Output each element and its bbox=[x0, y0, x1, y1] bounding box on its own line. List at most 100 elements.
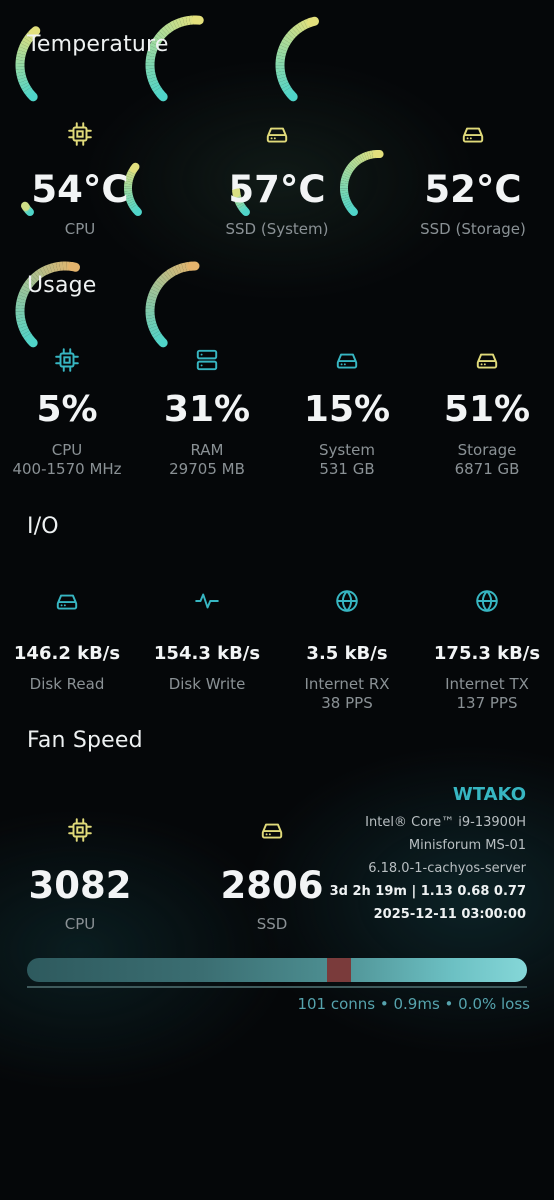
temperature-label: CPU bbox=[64, 220, 96, 238]
network-stats: 101 conns • 0.9ms • 0.0% loss bbox=[297, 995, 530, 1013]
temperature-gauge-0-arc-segment bbox=[16, 71, 26, 77]
temperature-gauge-2-arc-segment bbox=[277, 76, 288, 83]
fan-gauge-1-arc-segment bbox=[152, 283, 162, 291]
temperature-value: 57°C bbox=[228, 168, 326, 211]
fan-speed-title: Fan Speed bbox=[27, 728, 143, 753]
usage-value: 5% bbox=[36, 389, 98, 430]
usage-gauge-3-arc-segment bbox=[354, 156, 362, 165]
temperature-gauge-1-arc-segment bbox=[153, 87, 163, 95]
cpu-icon bbox=[67, 817, 93, 847]
temperature-gauge-2-arc-segment bbox=[287, 30, 296, 39]
fan-gauge-0-arc-segment bbox=[26, 336, 38, 348]
kernel-version: 6.18.0-1-cachyos-server bbox=[368, 861, 526, 876]
drive-icon bbox=[474, 347, 500, 377]
temperature-gauge-0-arc-segment bbox=[17, 77, 28, 84]
fan-gauge-0-arc-segment bbox=[21, 330, 32, 338]
temperature-gauge-2-arc-segment bbox=[306, 16, 319, 27]
hostname: WTAKO bbox=[452, 784, 526, 805]
drive-icon bbox=[259, 817, 285, 847]
fan-gauge-1-arc-segment bbox=[147, 295, 157, 301]
fan-gauge-0-arc-segment bbox=[16, 317, 26, 323]
temperature-gauge-1-arc-segment bbox=[172, 19, 180, 29]
temperature-gauge-1-arc-segment bbox=[155, 89, 165, 98]
temperature-gauge-2-arc-segment bbox=[291, 25, 301, 35]
fan-gauge-1-arc-segment bbox=[150, 328, 160, 336]
fan-gauge-1-arc-segment bbox=[168, 267, 177, 277]
usage-value: 15% bbox=[303, 389, 391, 430]
fan-gauge-0-arc-segment bbox=[23, 333, 33, 341]
temperature-gauge-1-arc-segment bbox=[175, 18, 183, 28]
fan-gauge-1-arc-segment bbox=[160, 272, 170, 282]
io-value: 175.3 kB/s bbox=[433, 643, 541, 664]
temperature-gauge-1-arc-segment bbox=[146, 74, 157, 80]
temperature-gauge-0-arc-segment bbox=[16, 74, 27, 80]
network-latency-bar bbox=[27, 958, 527, 982]
temperature-gauge-2-arc-segment bbox=[277, 48, 287, 55]
usage-label: RAM bbox=[190, 441, 224, 459]
io-label: Disk Write bbox=[168, 675, 246, 693]
fan-panel: 3082 CPU 2806 SSD bbox=[0, 246, 554, 933]
usage-detail: 531 GB bbox=[319, 460, 375, 478]
fan-gauge-0-arc-segment bbox=[17, 294, 27, 301]
fan-gauge-1-arc-segment bbox=[146, 317, 156, 323]
temperature-gauge-1-arc-segment bbox=[151, 84, 162, 92]
temperature-gauge-2-arc-segment bbox=[283, 86, 293, 95]
fan-label: CPU bbox=[64, 915, 96, 933]
temperature-gauge-2-arc-segment bbox=[278, 79, 289, 86]
temperature-gauge-1-arc-segment bbox=[166, 22, 175, 32]
usage-gauge-3-arc-segment bbox=[361, 152, 367, 161]
temperature-gauge-0-arc-segment bbox=[20, 40, 30, 48]
usage-gauge-3-arc-segment bbox=[350, 159, 359, 168]
fan-gauge-0-arc-segment bbox=[49, 263, 55, 273]
temperature-gauge-0-arc-segment bbox=[16, 49, 27, 56]
machine-model: Minisforum MS-01 bbox=[408, 838, 526, 853]
temperature-gauge-0-arc-segment bbox=[23, 87, 33, 95]
latency-spike-marker bbox=[327, 958, 351, 982]
io-detail: 137 PPS bbox=[456, 694, 518, 712]
temperature-gauge-0-arc-segment bbox=[19, 43, 29, 50]
temperature-gauge-1-arc-segment bbox=[150, 82, 160, 89]
temperature-gauge-2-arc-segment bbox=[276, 51, 287, 57]
temperature-value: 54°C bbox=[31, 168, 129, 211]
temperature-gauge-1-arc-segment bbox=[147, 76, 158, 83]
fan-gauge-1-arc-segment bbox=[154, 280, 164, 289]
fan-gauge-0-arc-segment bbox=[15, 301, 26, 306]
temperature-gauge-2-arc-segment bbox=[279, 41, 290, 49]
usage-label: Storage bbox=[457, 441, 517, 459]
fan-gauge-0-arc-segment bbox=[19, 288, 30, 296]
cpu-model: Intel® Core™ i9-13900H bbox=[365, 815, 526, 830]
activity-icon bbox=[194, 588, 220, 618]
fan-label: SSD bbox=[256, 915, 288, 933]
network-bar-baseline bbox=[27, 986, 527, 988]
temperature-gauge-1-arc-segment bbox=[146, 71, 156, 77]
temperature-gauge-1-arc-segment bbox=[164, 24, 172, 34]
temperature-gauge-0-arc-segment bbox=[20, 82, 30, 90]
fan-gauge-1-arc-segment bbox=[146, 298, 156, 304]
fan-gauge-0-arc-segment bbox=[16, 298, 26, 304]
temperature-gauge-0-arc-segment bbox=[18, 79, 29, 87]
temperature-gauge-2-arc-segment bbox=[276, 73, 287, 80]
temperature-gauge-0-arc-segment bbox=[26, 90, 38, 102]
uptime-load: 3d 2h 19m | 1.13 0.68 0.77 bbox=[329, 884, 526, 899]
io-label: Internet TX bbox=[445, 675, 529, 693]
usage-gauge-3-arc-segment bbox=[348, 161, 357, 169]
temperature-gauge-2-arc-segment bbox=[275, 54, 286, 60]
io-value: 3.5 kB/s bbox=[306, 643, 388, 664]
drive-icon bbox=[334, 347, 360, 377]
usage-label: CPU bbox=[51, 441, 83, 459]
temperature-gauge-2-arc-segment bbox=[300, 20, 308, 30]
fan-gauge-0-arc-segment bbox=[18, 291, 28, 298]
temperature-gauge-2-arc-segment bbox=[297, 22, 305, 32]
temperature-gauge-2-arc-segment bbox=[276, 70, 286, 76]
fan-gauge-1-arc-segment bbox=[148, 292, 158, 299]
usage-value: 51% bbox=[443, 389, 531, 430]
temperature-gauge-0-arc bbox=[15, 26, 41, 102]
temperature-gauge-1-arc-segment bbox=[179, 17, 185, 27]
globe-icon bbox=[334, 588, 360, 618]
fan-gauge-1-arc-segment bbox=[147, 322, 158, 329]
temperature-gauge-0-arc-segment bbox=[21, 84, 32, 93]
io-title: I/O bbox=[27, 514, 59, 539]
fan-gauge-0-arc-segment bbox=[20, 328, 30, 335]
usage-detail: 29705 MB bbox=[169, 460, 245, 478]
temperature-gauge-2-arc-segment bbox=[284, 33, 295, 42]
